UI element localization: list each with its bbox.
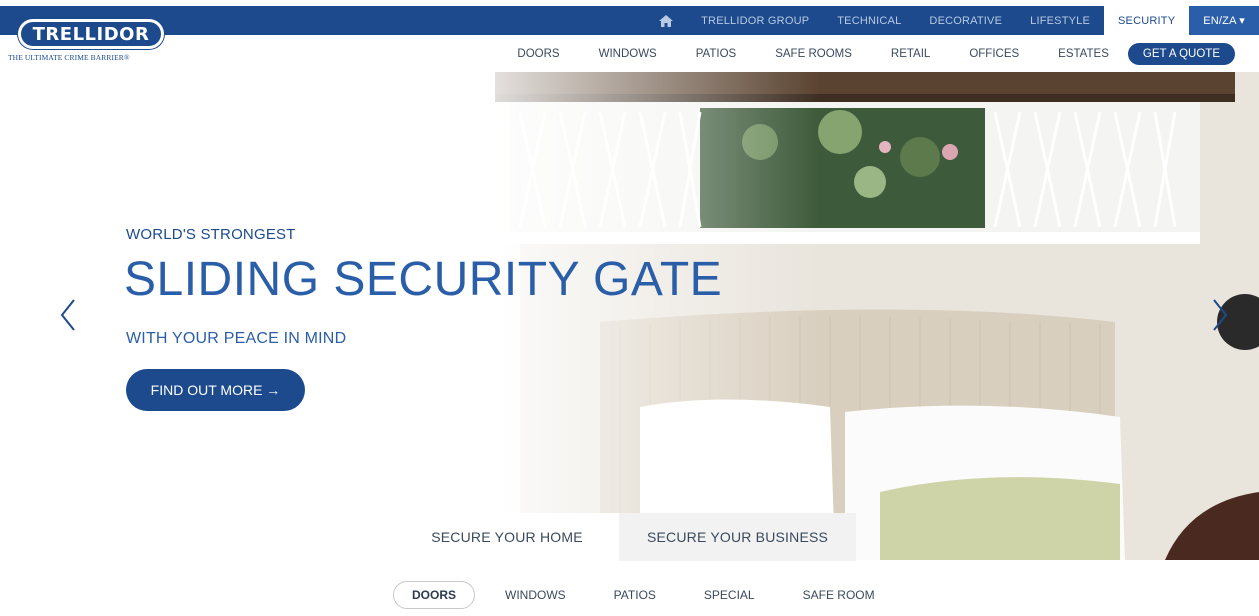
subnav-item-windows[interactable]: WINDOWS bbox=[599, 48, 657, 60]
get-a-quote-button[interactable]: GET A QUOTE bbox=[1127, 43, 1235, 65]
carousel-next-button[interactable] bbox=[1210, 298, 1230, 332]
topnav-item-security[interactable]: SECURITY bbox=[1104, 6, 1190, 35]
subnav-item-doors[interactable]: DOORS bbox=[517, 48, 559, 60]
logo-wordmark: TRELLIDOR bbox=[18, 19, 164, 49]
pill-special[interactable]: SPECIAL bbox=[686, 582, 773, 608]
chevron-right-icon bbox=[1213, 299, 1228, 331]
subnav-item-patios[interactable]: PATIOS bbox=[696, 48, 736, 60]
logo[interactable]: TRELLIDOR THE ULTIMATE CRIME BARRIER® bbox=[8, 16, 183, 64]
tab-secure-your-business[interactable]: SECURE YOUR BUSINESS bbox=[619, 513, 856, 561]
pill-doors[interactable]: DOORS bbox=[393, 580, 476, 609]
logo-tagline: THE ULTIMATE CRIME BARRIER® bbox=[8, 53, 130, 62]
subnav-item-estates[interactable]: ESTATES bbox=[1058, 48, 1109, 60]
topnav-item-technical[interactable]: TECHNICAL bbox=[823, 6, 915, 35]
pill-patios[interactable]: PATIOS bbox=[596, 582, 674, 608]
topnav-item-lifestyle[interactable]: LIFESTYLE bbox=[1016, 6, 1104, 35]
home-icon bbox=[659, 14, 674, 27]
hero-subtitle: WITH YOUR PEACE IN MIND bbox=[126, 330, 347, 347]
hero-white-overlay bbox=[0, 72, 820, 560]
pill-safe-room[interactable]: SAFE ROOM bbox=[785, 582, 893, 608]
subnav-item-offices[interactable]: OFFICES bbox=[969, 48, 1019, 60]
subnav-item-retail[interactable]: RETAIL bbox=[891, 48, 930, 60]
top-nav: TRELLIDOR GROUP TECHNICAL DECORATIVE LIF… bbox=[645, 6, 1259, 35]
subnav-item-safe-rooms[interactable]: SAFE ROOMS bbox=[775, 48, 852, 60]
topnav-item-trellidor-group[interactable]: TRELLIDOR GROUP bbox=[687, 6, 823, 35]
secondary-nav: DOORS WINDOWS PATIOS SAFE ROOMS RETAIL O… bbox=[478, 42, 1235, 66]
topnav-item-decorative[interactable]: DECORATIVE bbox=[915, 6, 1016, 35]
home-link[interactable] bbox=[645, 6, 687, 35]
product-filter-pills: DOORS WINDOWS PATIOS SPECIAL SAFE ROOM bbox=[393, 580, 905, 609]
find-out-more-button[interactable]: FIND OUT MORE → bbox=[126, 369, 305, 411]
pill-windows[interactable]: WINDOWS bbox=[487, 582, 584, 608]
top-navigation-bar: TRELLIDOR GROUP TECHNICAL DECORATIVE LIF… bbox=[0, 6, 1259, 35]
carousel-prev-button[interactable] bbox=[58, 298, 78, 332]
chevron-left-icon bbox=[60, 299, 75, 331]
hero-banner: WORLD'S STRONGEST SLIDING SECURITY GATE … bbox=[0, 72, 1259, 560]
tab-secure-your-home[interactable]: SECURE YOUR HOME bbox=[395, 513, 619, 561]
hero-kicker: WORLD'S STRONGEST bbox=[126, 226, 296, 243]
language-selector[interactable]: EN/ZA ▾ bbox=[1189, 6, 1259, 35]
audience-tabs: SECURE YOUR HOME SECURE YOUR BUSINESS bbox=[395, 513, 856, 561]
hero-title: SLIDING SECURITY GATE bbox=[124, 253, 723, 306]
